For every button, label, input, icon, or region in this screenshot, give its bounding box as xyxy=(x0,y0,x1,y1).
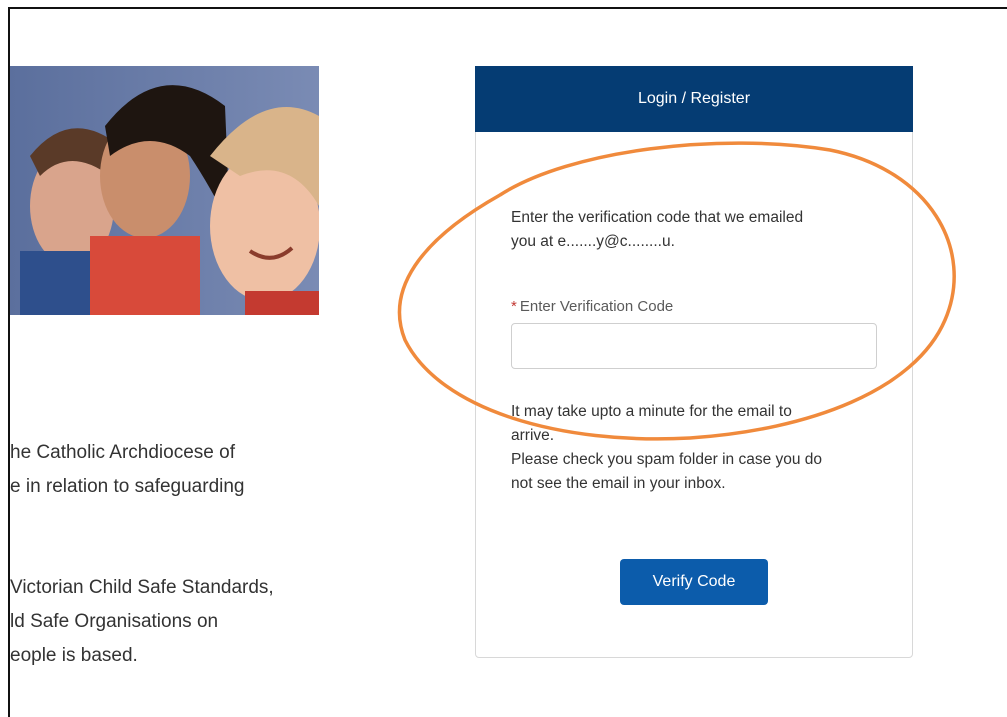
field-label-text: Enter Verification Code xyxy=(519,298,674,315)
panel-title: Login / Register xyxy=(475,66,913,132)
instruction-text: Enter the verification code that we emai… xyxy=(511,206,881,254)
text-line: ld Safe Organisations on xyxy=(10,611,219,632)
verify-code-button[interactable]: Verify Code xyxy=(620,559,768,605)
text-line: Victorian Child Safe Standards, xyxy=(10,577,274,598)
instruction-line: you at e.......y@c........u. xyxy=(511,233,675,250)
required-marker: * xyxy=(511,298,517,315)
verification-code-input[interactable] xyxy=(511,323,877,369)
instruction-line: Enter the verification code that we emai… xyxy=(511,209,804,226)
note-line: not see the email in your inbox. xyxy=(511,475,726,492)
note-line: arrive. xyxy=(511,427,555,444)
note-line: Please check you spam folder in case you… xyxy=(511,451,823,468)
verification-code-label: * Enter Verification Code xyxy=(511,298,673,315)
text-line: e in relation to safeguarding xyxy=(10,476,245,497)
text-line: he Catholic Archdiocese of xyxy=(10,442,235,463)
text-line: eople is based. xyxy=(10,645,138,666)
note-line: It may take upto a minute for the email … xyxy=(511,403,792,420)
intro-paragraph: he Catholic Archdiocese of e in relation… xyxy=(10,436,350,504)
standards-paragraph: Victorian Child Safe Standards, ld Safe … xyxy=(10,571,350,673)
login-panel: Login / Register Enter the verification … xyxy=(475,66,913,658)
children-photo xyxy=(10,66,319,315)
delay-note: It may take upto a minute for the email … xyxy=(511,400,881,496)
